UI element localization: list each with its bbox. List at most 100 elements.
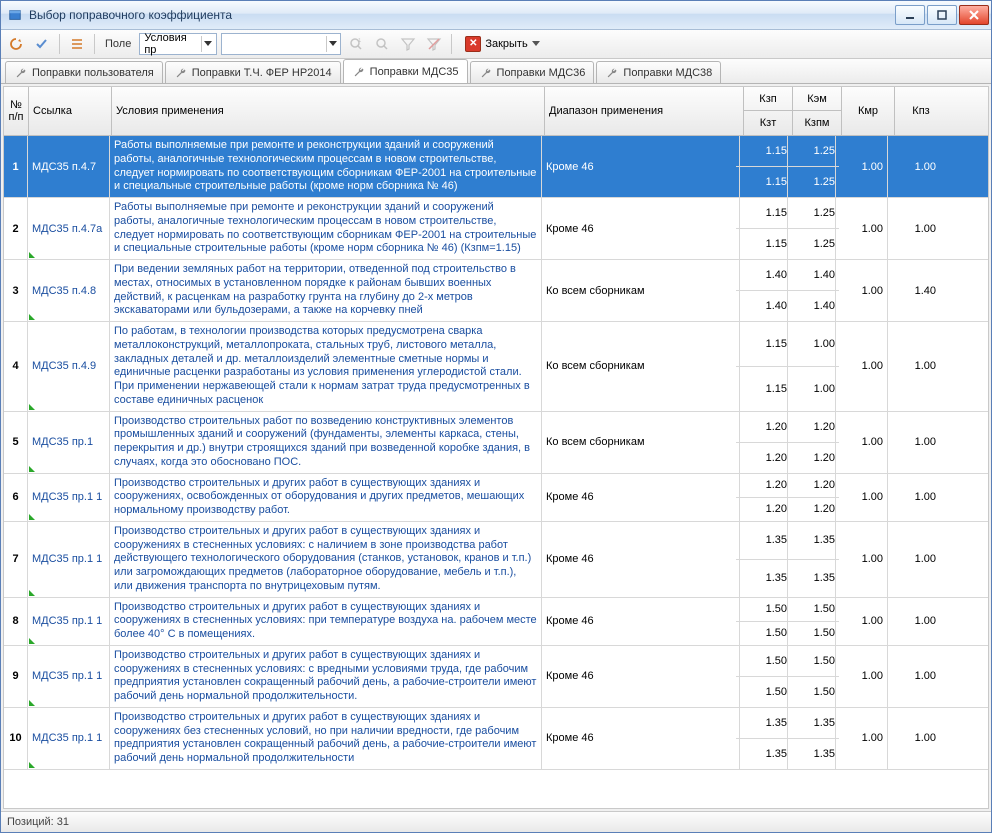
- table-row[interactable]: 1МДС35 п.4.7Работы выполняемые при ремон…: [4, 136, 988, 198]
- cell-kzp: 1.501.50: [740, 598, 788, 645]
- cell-kzp: 1.151.15: [740, 136, 788, 197]
- marker-icon: [29, 466, 35, 472]
- find-first-button[interactable]: 1: [345, 33, 367, 55]
- grid: № п/п Ссылка Условия применения Диапазон…: [3, 86, 989, 809]
- col-no[interactable]: № п/п: [5, 87, 28, 135]
- table-row[interactable]: 9МДС35 пр.1 1Производство строительных и…: [4, 646, 988, 708]
- col-range[interactable]: Диапазон применения: [545, 87, 743, 135]
- app-icon: [7, 7, 23, 23]
- table-row[interactable]: 7МДС35 пр.1 1Производство строительных и…: [4, 522, 988, 598]
- field-select[interactable]: Условия пр: [139, 33, 217, 55]
- cell-no: 10: [4, 708, 28, 769]
- minimize-button[interactable]: [895, 5, 925, 25]
- tab-label: Поправки пользователя: [32, 67, 154, 79]
- col-kmr[interactable]: Кмр: [842, 87, 894, 135]
- cell-kmr: 1.00: [836, 322, 888, 411]
- cell-kzp: 1.401.40: [740, 260, 788, 321]
- marker-icon: [29, 590, 35, 596]
- cell-kzp: 1.501.50: [740, 646, 788, 707]
- cell-ref[interactable]: МДС35 п.4.7а: [28, 198, 110, 259]
- cell-ref[interactable]: МДС35 п.4.8: [28, 260, 110, 321]
- marker-icon: [29, 638, 35, 644]
- col-kzt[interactable]: Кзт: [744, 111, 792, 135]
- cell-kpz: 1.00: [888, 412, 940, 473]
- col-kem[interactable]: Кэм: [793, 87, 841, 111]
- table-row[interactable]: 3МДС35 п.4.8При ведении земляных работ н…: [4, 260, 988, 322]
- tab-1[interactable]: Поправки Т.Ч. ФЕР НР2014: [165, 61, 341, 83]
- col-kzp[interactable]: Кзп: [744, 87, 792, 111]
- cell-ref[interactable]: МДС35 пр.1 1: [28, 708, 110, 769]
- col-kzpm[interactable]: Кзпм: [793, 111, 841, 135]
- search-input[interactable]: [226, 37, 322, 51]
- table-row[interactable]: 5МДС35 пр.1Производство строительных раб…: [4, 412, 988, 474]
- tab-3[interactable]: Поправки МДС36: [470, 61, 595, 83]
- tab-0[interactable]: Поправки пользователя: [5, 61, 163, 83]
- cell-ref[interactable]: МДС35 п.4.9: [28, 322, 110, 411]
- cell-kmr: 1.00: [836, 198, 888, 259]
- cell-cond: Производство строительных и других работ…: [110, 708, 542, 769]
- cell-kpz: 1.00: [888, 474, 940, 521]
- cell-range: Кроме 46: [542, 598, 740, 645]
- app-window: Выбор поправочного коэффициента Поле Усл…: [0, 0, 992, 833]
- cell-kzp: 1.201.20: [740, 412, 788, 473]
- toolbar: Поле Условия пр 1 ✕ Закрыть: [1, 30, 991, 59]
- cell-kem: 1.401.40: [788, 260, 836, 321]
- cell-no: 5: [4, 412, 28, 473]
- cell-cond: Работы выполняемые при ремонте и реконст…: [110, 136, 542, 197]
- filter-button[interactable]: [397, 33, 419, 55]
- cell-kpz: 1.00: [888, 708, 940, 769]
- table-row[interactable]: 8МДС35 пр.1 1Производство строительных и…: [4, 598, 988, 646]
- cell-kmr: 1.00: [836, 136, 888, 197]
- field-label: Поле: [101, 38, 135, 50]
- cell-range: Ко всем сборникам: [542, 322, 740, 411]
- marker-icon: [29, 314, 35, 320]
- table-row[interactable]: 2МДС35 п.4.7аРаботы выполняемые при ремо…: [4, 198, 988, 260]
- col-ref[interactable]: Ссылка: [29, 87, 111, 135]
- table-row[interactable]: 4МДС35 п.4.9По работам, в технологии про…: [4, 322, 988, 412]
- svg-text:1: 1: [358, 38, 362, 44]
- marker-icon: [29, 762, 35, 768]
- marker-icon: [29, 404, 35, 410]
- cell-kzp: 1.351.35: [740, 708, 788, 769]
- cell-no: 7: [4, 522, 28, 597]
- tab-2[interactable]: Поправки МДС35: [343, 59, 468, 83]
- cell-no: 9: [4, 646, 28, 707]
- col-kpz[interactable]: Кпз: [895, 87, 947, 135]
- cell-ref[interactable]: МДС35 пр.1 1: [28, 522, 110, 597]
- cell-kem: 1.201.20: [788, 412, 836, 473]
- apply-button[interactable]: [31, 33, 53, 55]
- cell-ref[interactable]: МДС35 пр.1 1: [28, 646, 110, 707]
- marker-icon: [29, 700, 35, 706]
- search-select[interactable]: [221, 33, 341, 55]
- list-button[interactable]: [66, 33, 88, 55]
- table-row[interactable]: 6МДС35 пр.1 1Производство строительных и…: [4, 474, 988, 522]
- cell-kpz: 1.00: [888, 522, 940, 597]
- cell-ref[interactable]: МДС35 пр.1: [28, 412, 110, 473]
- cell-no: 8: [4, 598, 28, 645]
- cell-kem: 1.501.50: [788, 598, 836, 645]
- close-window-button[interactable]: [959, 5, 989, 25]
- close-label: Закрыть: [485, 38, 527, 50]
- col-cond[interactable]: Условия применения: [112, 87, 544, 135]
- cell-kpz: 1.00: [888, 598, 940, 645]
- cell-kpz: 1.00: [888, 322, 940, 411]
- cell-cond: Производство строительных работ по возве…: [110, 412, 542, 473]
- find-next-button[interactable]: [371, 33, 393, 55]
- cell-range: Ко всем сборникам: [542, 260, 740, 321]
- cell-range: Кроме 46: [542, 474, 740, 521]
- grid-header: № п/п Ссылка Условия применения Диапазон…: [4, 87, 988, 136]
- cell-ref[interactable]: МДС35 пр.1 1: [28, 598, 110, 645]
- cell-kem: 1.001.00: [788, 322, 836, 411]
- table-row[interactable]: 10МДС35 пр.1 1Производство строительных …: [4, 708, 988, 770]
- refresh-button[interactable]: [5, 33, 27, 55]
- clear-filter-button[interactable]: [423, 33, 445, 55]
- tab-4[interactable]: Поправки МДС38: [596, 61, 721, 83]
- maximize-button[interactable]: [927, 5, 957, 25]
- close-button[interactable]: ✕ Закрыть: [458, 33, 546, 55]
- close-icon: ✕: [465, 36, 481, 52]
- grid-body[interactable]: 1МДС35 п.4.7Работы выполняемые при ремон…: [4, 136, 988, 808]
- cell-kem: 1.351.35: [788, 708, 836, 769]
- cell-no: 1: [4, 136, 28, 197]
- cell-ref[interactable]: МДС35 п.4.7: [28, 136, 110, 197]
- cell-ref[interactable]: МДС35 пр.1 1: [28, 474, 110, 521]
